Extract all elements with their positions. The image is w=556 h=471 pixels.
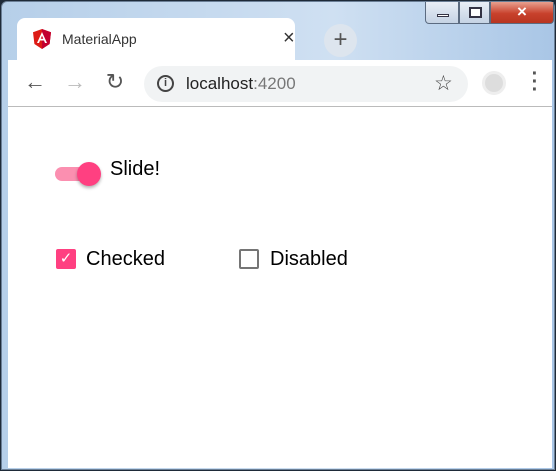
checked-checkbox-label[interactable]: Checked (86, 248, 165, 271)
back-icon[interactable]: ← (22, 69, 48, 95)
disabled-checkbox[interactable] (239, 249, 259, 269)
disabled-checkbox-label[interactable]: Disabled (270, 248, 348, 271)
browser-toolbar: ← → ↻ i localhost:4200 ☆ · · · (8, 60, 552, 107)
bookmark-star-icon[interactable]: ☆ (434, 71, 453, 96)
checked-checkbox[interactable]: ✓ (56, 249, 76, 269)
slide-toggle[interactable] (55, 161, 103, 187)
url-text[interactable]: localhost:4200 (186, 74, 296, 94)
menu-icon[interactable]: · · · (530, 64, 540, 100)
angular-logo-icon (33, 29, 51, 49)
slide-toggle-label[interactable]: Slide! (110, 158, 160, 181)
tab-title: MaterialApp (62, 31, 137, 47)
slide-toggle-thumb[interactable] (77, 162, 101, 186)
profile-avatar[interactable] (482, 71, 506, 95)
address-bar[interactable]: i localhost:4200 ☆ (144, 66, 468, 102)
minimize-icon (437, 14, 449, 17)
maximize-icon (469, 7, 482, 18)
minimize-button[interactable] (425, 2, 459, 24)
forward-icon[interactable]: → (62, 69, 88, 95)
reload-icon[interactable]: ↻ (102, 69, 128, 95)
browser-window: × MaterialApp × + ← → ↻ i localhost:4200… (1, 1, 555, 470)
browser-tab[interactable]: MaterialApp × (17, 18, 295, 60)
maximize-button[interactable] (459, 2, 490, 24)
url-host: localhost (186, 74, 254, 93)
page-content: Slide! ✓ Checked Disabled (8, 107, 552, 468)
info-icon[interactable]: i (157, 75, 174, 92)
close-window-button[interactable]: × (490, 2, 554, 24)
new-tab-button[interactable]: + (324, 24, 357, 57)
tab-close-icon[interactable]: × (283, 27, 295, 50)
url-port: :4200 (253, 74, 296, 93)
